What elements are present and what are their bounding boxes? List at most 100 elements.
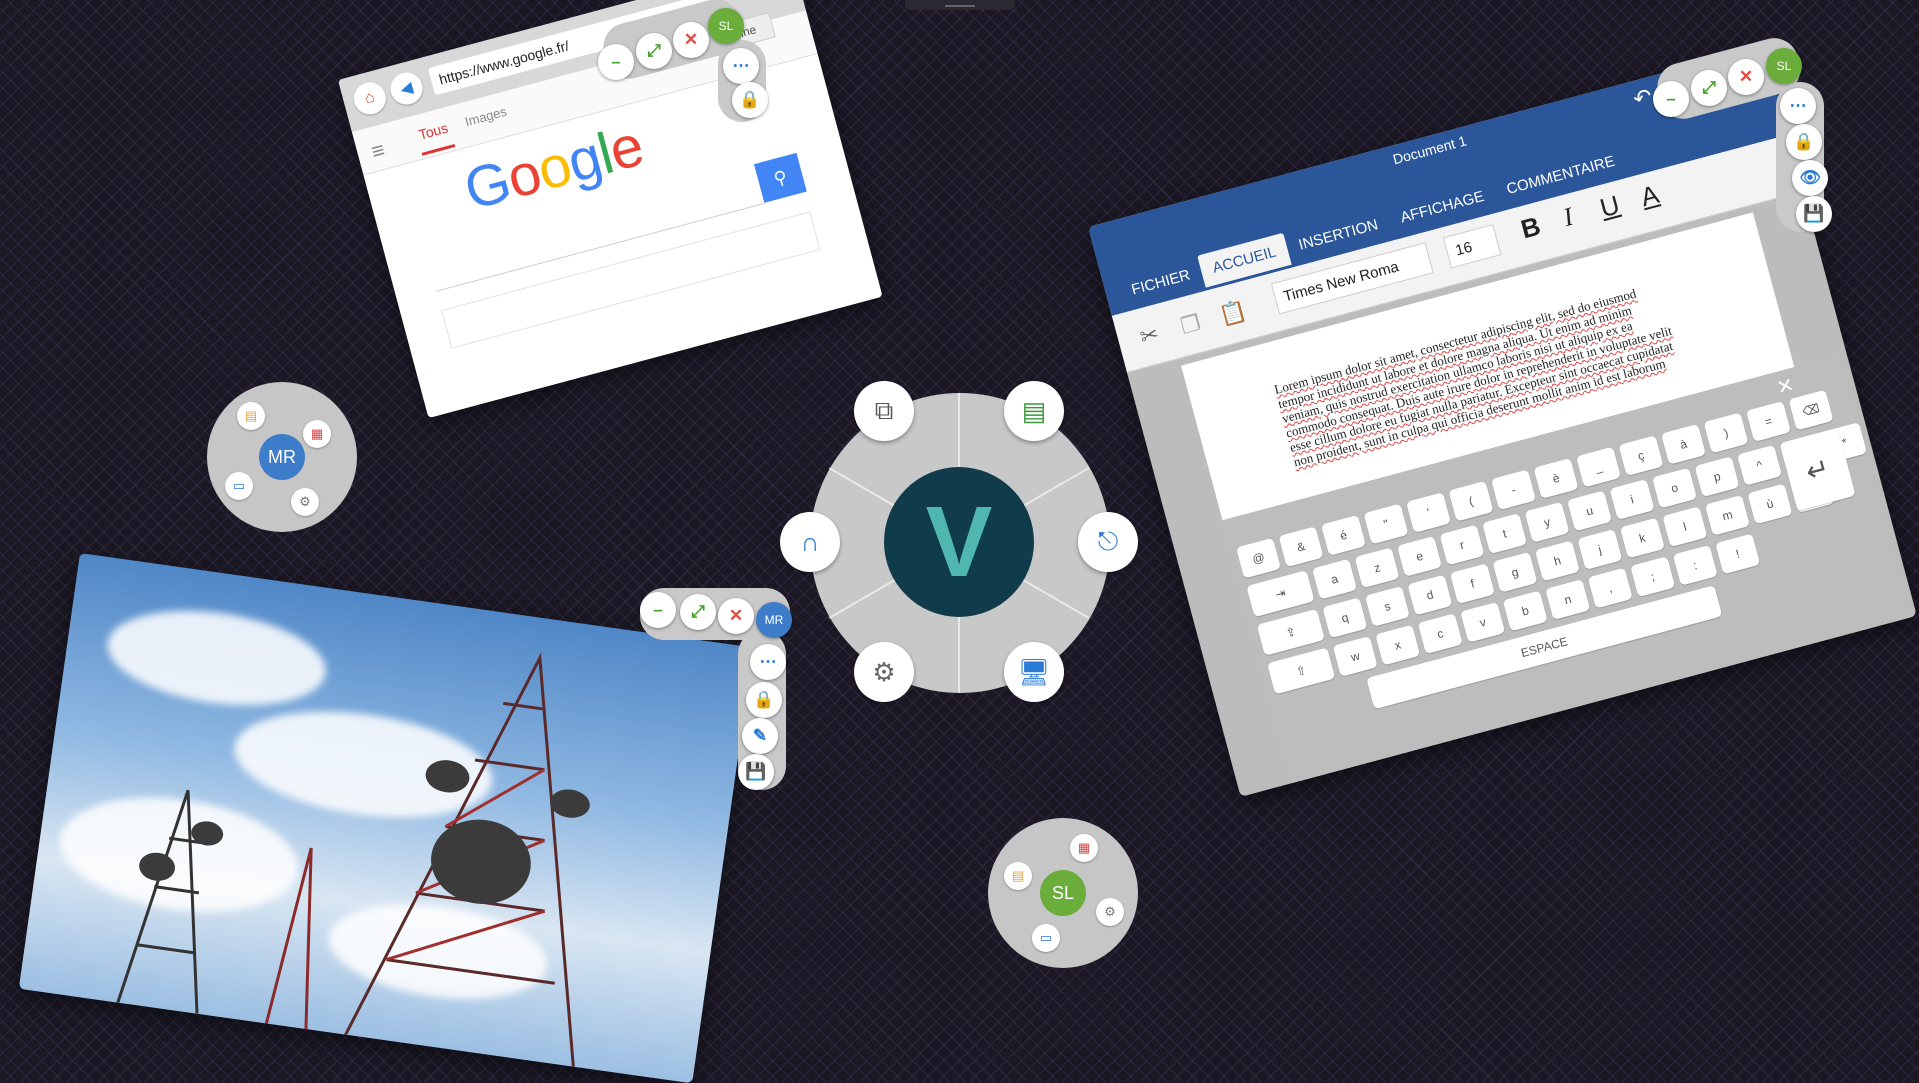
key[interactable]: c <box>1417 613 1463 655</box>
maximize-icon[interactable]: ⤢ <box>636 33 672 69</box>
owner-badge[interactable]: SL <box>708 8 744 44</box>
key[interactable]: ( <box>1448 480 1494 522</box>
key[interactable]: = <box>1746 401 1792 442</box>
key[interactable]: g <box>1492 551 1538 593</box>
font-size-field[interactable]: 16 <box>1442 224 1502 269</box>
more-icon[interactable]: ⋯ <box>1780 88 1816 124</box>
maximize-icon[interactable]: ⤢ <box>680 594 716 630</box>
more-icon[interactable]: ⋯ <box>750 644 786 680</box>
minimize-icon[interactable]: – <box>1653 81 1689 117</box>
key[interactable]: ) <box>1703 412 1749 454</box>
tab-all[interactable]: Tous <box>417 120 450 143</box>
save-icon[interactable]: 💾 <box>1796 196 1832 232</box>
key[interactable]: é <box>1321 515 1367 556</box>
key[interactable]: " <box>1363 503 1409 545</box>
key[interactable]: ' <box>1406 492 1452 533</box>
key[interactable]: ⇪ <box>1256 608 1325 656</box>
screen-share-icon[interactable]: 🖥 <box>1004 642 1064 702</box>
keyboard-app-icon[interactable]: ▤ <box>1004 381 1064 441</box>
key[interactable]: è <box>1533 458 1579 499</box>
hamburger-menu-icon[interactable]: ≡ <box>369 137 388 165</box>
key[interactable]: b <box>1502 590 1548 632</box>
cut-icon[interactable]: ✂ <box>1137 321 1162 351</box>
apps-icon[interactable]: ▦ <box>303 420 331 448</box>
key[interactable]: i <box>1609 479 1655 520</box>
tab-images[interactable]: Images <box>463 104 508 130</box>
display-icon[interactable]: ▭ <box>1032 924 1060 952</box>
gear-icon[interactable]: ⚙ <box>1096 898 1124 926</box>
display-icon[interactable]: ▭ <box>225 472 253 500</box>
pen-icon[interactable]: ✎ <box>742 718 778 754</box>
minimize-icon[interactable]: – <box>598 44 634 80</box>
font-color-button[interactable]: A <box>1637 179 1662 213</box>
close-keyboard-icon[interactable]: ✕ <box>1774 372 1797 400</box>
key[interactable]: ! <box>1715 533 1761 575</box>
key[interactable]: n <box>1545 579 1591 620</box>
lock-icon[interactable]: 🔒 <box>1786 124 1822 160</box>
key[interactable]: j <box>1577 529 1623 570</box>
paste-icon[interactable]: 📋 <box>1216 297 1249 329</box>
settings-icon[interactable]: ⚙ <box>854 642 914 702</box>
key[interactable]: , <box>1587 567 1633 609</box>
folder-icon[interactable]: ▤ <box>1004 862 1032 890</box>
italic-button[interactable]: I <box>1560 202 1576 233</box>
key[interactable]: x <box>1375 624 1421 666</box>
underline-button[interactable]: U <box>1597 189 1623 224</box>
save-icon[interactable]: 💾 <box>738 754 774 790</box>
key[interactable]: y <box>1524 501 1570 543</box>
key[interactable]: t <box>1482 513 1528 555</box>
key[interactable]: l <box>1662 506 1708 548</box>
top-drag-handle[interactable] <box>905 0 1015 10</box>
key[interactable]: m <box>1704 494 1750 536</box>
owner-badge[interactable]: SL <box>1766 48 1802 84</box>
lock-icon[interactable]: 🔒 <box>746 682 782 718</box>
key[interactable]: a <box>1312 558 1358 600</box>
key[interactable]: : <box>1672 544 1718 586</box>
copy-icon[interactable]: ❐ <box>1178 310 1204 340</box>
key[interactable]: p <box>1694 456 1740 498</box>
key[interactable]: e <box>1397 536 1443 577</box>
key[interactable]: à <box>1661 423 1707 465</box>
key[interactable]: q <box>1322 597 1368 639</box>
key[interactable]: z <box>1354 547 1400 589</box>
owner-badge[interactable]: MR <box>756 602 792 638</box>
maximize-icon[interactable]: ⤢ <box>1691 70 1727 106</box>
lock-icon[interactable]: 🔒 <box>732 82 768 118</box>
key[interactable]: _ <box>1576 446 1622 488</box>
key[interactable]: ⇥ <box>1246 570 1315 618</box>
key[interactable]: - <box>1491 469 1537 511</box>
key[interactable]: o <box>1652 467 1698 509</box>
more-icon[interactable]: ⋯ <box>723 48 759 84</box>
key[interactable]: u <box>1567 490 1613 532</box>
key[interactable]: ^ <box>1737 444 1783 486</box>
devices-icon[interactable]: ⧉ <box>854 381 914 441</box>
gear-icon[interactable]: ⚙ <box>291 488 319 516</box>
home-icon[interactable]: ⌂ <box>350 78 390 118</box>
key[interactable]: k <box>1619 517 1665 559</box>
key[interactable]: h <box>1534 540 1580 582</box>
key[interactable]: r <box>1439 524 1485 566</box>
key[interactable]: ⇧ <box>1267 647 1336 695</box>
search-icon[interactable]: ⚲ <box>753 152 807 203</box>
key[interactable]: @ <box>1236 537 1282 579</box>
antenna-photo[interactable] <box>18 553 754 1083</box>
key[interactable]: d <box>1407 574 1453 616</box>
key[interactable]: ù <box>1747 483 1793 525</box>
eye-icon[interactable]: 👁 <box>1792 160 1828 196</box>
close-icon[interactable]: ✕ <box>718 598 754 634</box>
bold-button[interactable]: B <box>1518 211 1544 246</box>
app-logo[interactable]: V <box>884 467 1034 617</box>
key[interactable]: & <box>1278 526 1324 568</box>
apps-icon[interactable]: ▦ <box>1070 834 1098 862</box>
user-avatar[interactable]: SL <box>1040 870 1086 916</box>
key[interactable]: ; <box>1630 556 1676 598</box>
folder-icon[interactable]: ▤ <box>237 402 265 430</box>
back-icon[interactable]: ◀ <box>386 68 427 109</box>
close-icon[interactable]: ✕ <box>1728 59 1764 95</box>
key[interactable]: w <box>1332 636 1378 677</box>
minimize-icon[interactable]: – <box>640 592 676 628</box>
key[interactable]: s <box>1364 586 1410 627</box>
magnet-icon[interactable]: ∩ <box>780 512 840 572</box>
logout-icon[interactable]: ⎋ <box>1078 512 1138 572</box>
key[interactable]: ç <box>1618 435 1664 477</box>
